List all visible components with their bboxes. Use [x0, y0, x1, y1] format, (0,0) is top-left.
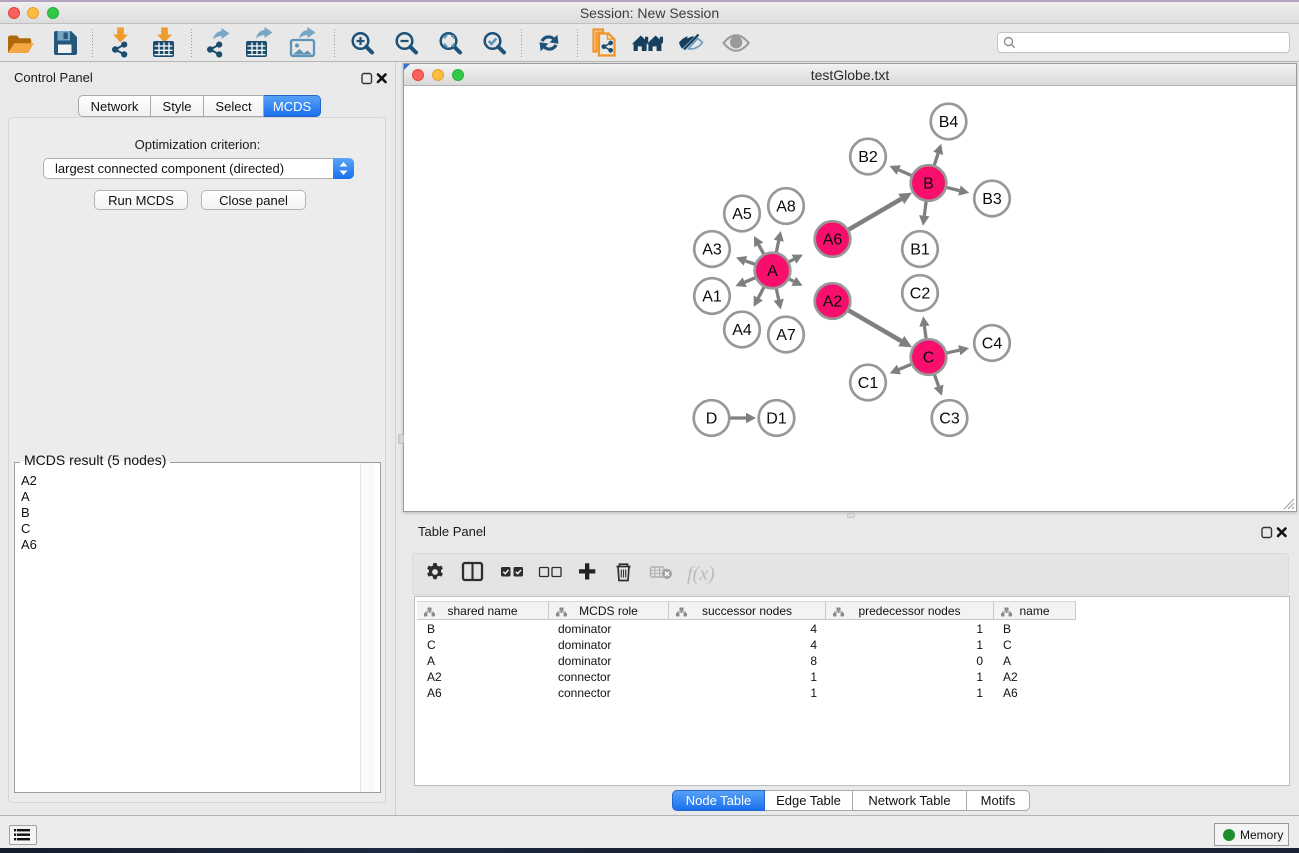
svg-text:A1: A1 [702, 289, 722, 306]
svg-text:D1: D1 [766, 411, 787, 428]
svg-text:A8: A8 [776, 199, 796, 216]
svg-text:B2: B2 [858, 149, 878, 166]
svg-text:B: B [923, 176, 934, 193]
svg-text:C1: C1 [858, 375, 879, 392]
svg-text:C: C [923, 350, 935, 367]
svg-text:C2: C2 [910, 286, 931, 303]
svg-text:C3: C3 [939, 411, 960, 428]
svg-text:A2: A2 [823, 294, 843, 311]
svg-text:B4: B4 [939, 114, 959, 131]
svg-text:A: A [767, 263, 778, 280]
svg-text:A7: A7 [776, 327, 796, 344]
svg-text:A5: A5 [732, 206, 752, 223]
svg-text:f(x): f(x) [687, 563, 715, 585]
svg-text:C4: C4 [982, 336, 1003, 353]
svg-text:A3: A3 [702, 242, 722, 259]
svg-text:B1: B1 [910, 242, 930, 259]
svg-text:D: D [706, 411, 718, 428]
svg-text:A6: A6 [823, 232, 843, 249]
svg-text:A4: A4 [732, 322, 752, 339]
svg-text:B3: B3 [982, 191, 1002, 208]
